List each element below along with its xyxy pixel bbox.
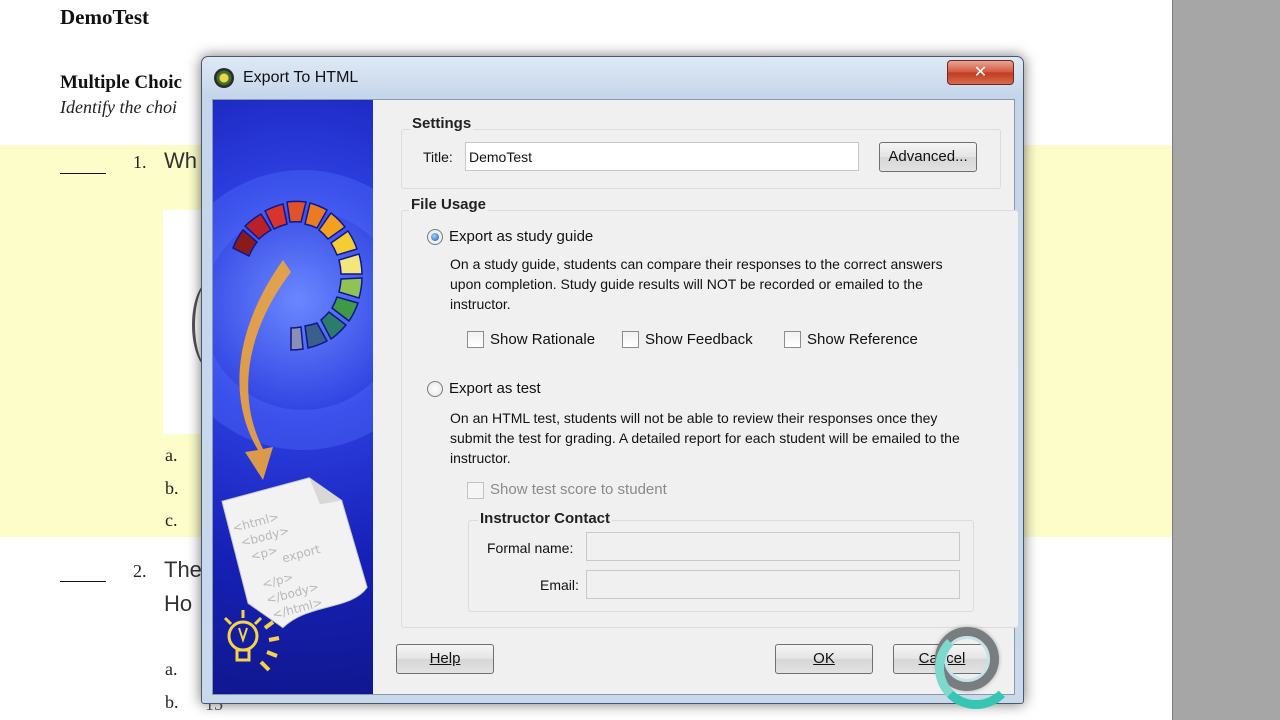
section-instruction: Identify the choi bbox=[60, 97, 177, 117]
answer-blank-1 bbox=[60, 173, 106, 174]
advanced-button[interactable]: Advanced... bbox=[879, 142, 977, 172]
instructor-contact-label: Instructor Contact bbox=[478, 510, 613, 527]
show-score-label[interactable]: Show test score to student bbox=[490, 481, 667, 498]
dialog-title: Export To HTML bbox=[243, 69, 359, 86]
dialog-content: <html> <body> <p> export </p> </body> </… bbox=[212, 99, 1018, 709]
email-input[interactable] bbox=[586, 570, 960, 599]
formal-name-label: Formal name: bbox=[487, 540, 574, 556]
busy-spinner-icon bbox=[935, 627, 1017, 709]
test-description: On an HTML test, students will not be ab… bbox=[450, 410, 960, 466]
app-icon bbox=[214, 68, 234, 88]
study-guide-label[interactable]: Export as study guide bbox=[449, 228, 593, 245]
question-text-2-line-1: The bbox=[164, 557, 202, 582]
email-label: Email: bbox=[540, 577, 579, 593]
export-illustration-graphic: <html> <body> <p> export </p> </body> </… bbox=[213, 170, 373, 672]
study-guide-description: On a study guide, students can compare t… bbox=[450, 256, 943, 312]
question-text-1: Wh bbox=[164, 148, 197, 173]
show-reference-checkbox[interactable] bbox=[784, 331, 801, 348]
answer-blank-2 bbox=[60, 581, 106, 582]
export-illustration: <html> <body> <p> export </p> </body> </… bbox=[213, 100, 373, 694]
question-1-option-a: a. bbox=[165, 445, 178, 465]
formal-name-input[interactable] bbox=[586, 532, 960, 561]
ok-button[interactable]: OK bbox=[775, 644, 873, 674]
question-1-option-b: b. bbox=[165, 478, 179, 498]
show-rationale-label[interactable]: Show Rationale bbox=[490, 331, 595, 348]
page-margin bbox=[1172, 0, 1280, 720]
question-number-2: 2. bbox=[133, 561, 147, 581]
title-label: Title: bbox=[423, 149, 453, 165]
section-title: Multiple Choic bbox=[60, 72, 182, 93]
show-score-checkbox[interactable] bbox=[467, 482, 484, 499]
settings-group-label: Settings bbox=[410, 115, 474, 132]
title-input[interactable]: DemoTest bbox=[465, 142, 859, 171]
show-feedback-checkbox[interactable] bbox=[622, 331, 639, 348]
show-feedback-label[interactable]: Show Feedback bbox=[645, 331, 753, 348]
question-text-2-line-2: Ho bbox=[164, 591, 193, 616]
export-to-html-dialog: Export To HTML ✕ <html> <body> <p> expor… bbox=[201, 56, 1024, 709]
study-guide-radio[interactable] bbox=[427, 229, 443, 245]
question-1-option-c: c. bbox=[165, 510, 178, 530]
question-2-option-a: a. bbox=[165, 659, 178, 679]
document-title: DemoTest bbox=[60, 5, 150, 29]
file-usage-group-label: File Usage bbox=[409, 196, 489, 213]
test-radio[interactable] bbox=[427, 381, 443, 397]
help-button-label: Help bbox=[429, 650, 461, 667]
test-label[interactable]: Export as test bbox=[449, 380, 541, 397]
show-reference-label[interactable]: Show Reference bbox=[807, 331, 918, 348]
dialog-titlebar[interactable]: Export To HTML ✕ bbox=[202, 57, 1023, 99]
question-number-1: 1. bbox=[133, 152, 147, 172]
close-button[interactable]: ✕ bbox=[947, 60, 1014, 85]
ok-button-label: OK bbox=[813, 650, 835, 667]
help-button[interactable]: Help bbox=[396, 644, 494, 674]
show-rationale-checkbox[interactable] bbox=[467, 331, 484, 348]
question-2-option-b: b. bbox=[165, 692, 179, 712]
